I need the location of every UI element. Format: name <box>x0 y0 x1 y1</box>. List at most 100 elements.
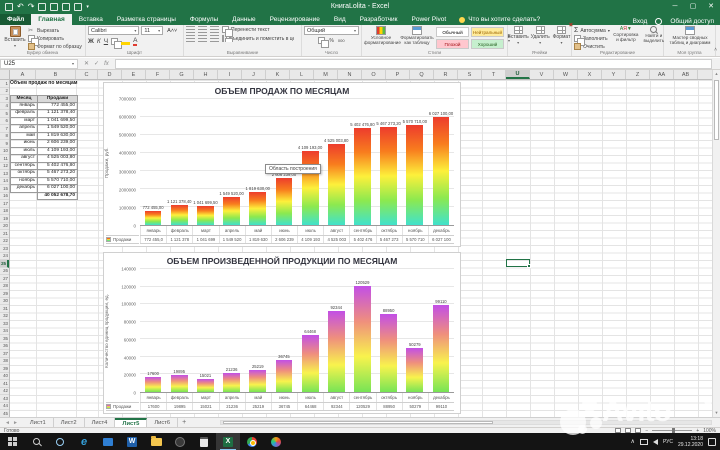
production-chart[interactable]: ОБЪЕМ ПРОИЗВЕДЕННОЙ ПРОДУКЦИИ ПО МЕСЯЦАМ… <box>103 252 461 414</box>
sheet-tab-Лист1[interactable]: Лист1 <box>23 418 54 427</box>
style-Хороший[interactable]: Хороший <box>471 39 504 49</box>
app-blue-icon[interactable]: W <box>120 433 144 450</box>
row-header-38[interactable]: 38 <box>0 358 9 365</box>
vertical-scroll-thumb[interactable] <box>714 80 719 140</box>
bar-май[interactable]: 25219 <box>249 364 267 392</box>
name-box[interactable]: U25 ▾ <box>0 58 78 69</box>
horizontal-scrollbar[interactable] <box>220 420 712 425</box>
row-header-22[interactable]: 22 <box>0 238 9 245</box>
row-header-18[interactable]: 18 <box>0 208 9 215</box>
format-as-table-button[interactable]: Форматировать как таблицу <box>400 26 434 50</box>
row-header-27[interactable]: 27 <box>0 275 9 283</box>
close-button[interactable]: ✕ <box>702 0 720 13</box>
row-header-20[interactable]: 20 <box>0 223 9 230</box>
column-header-D[interactable]: D <box>98 70 122 79</box>
sheet-grid[interactable]: Объем продаж по месяцам Месяц Продажи янв… <box>10 80 712 417</box>
column-header-T[interactable]: T <box>482 70 506 79</box>
bar-февраль[interactable]: 1 121 378,40 <box>167 199 191 225</box>
selected-cell-U25[interactable] <box>506 259 531 268</box>
align-bottom-icon[interactable] <box>210 26 219 33</box>
row-header-17[interactable]: 17 <box>0 200 9 208</box>
collapse-ribbon-icon[interactable]: ˄ <box>714 47 717 53</box>
tab-Файл[interactable]: Файл <box>0 14 32 25</box>
cortana-icon[interactable] <box>48 433 72 450</box>
bar-август[interactable]: 92344 <box>327 305 345 392</box>
start-icon[interactable] <box>0 433 24 450</box>
row-header-30[interactable]: 30 <box>0 298 9 305</box>
table-row[interactable]: ноябрь 5 570 710,00 <box>10 177 100 185</box>
row-header-19[interactable]: 19 <box>0 215 9 223</box>
tab-Разметка страницы[interactable]: Разметка страницы <box>110 14 183 25</box>
row-header-43[interactable]: 43 <box>0 395 9 403</box>
row-header-15[interactable]: 15 <box>0 185 9 193</box>
column-header-AA[interactable]: AA <box>650 70 674 79</box>
clock[interactable]: 13:18 29.12.2020 <box>678 436 703 448</box>
table-row[interactable]: декабрь 6 027 100,00 <box>10 185 100 193</box>
autosum-button[interactable]: Σ Автосумма ▾ <box>574 27 610 34</box>
fill-button[interactable]: Заполнить <box>574 35 610 46</box>
sheet-tab-Лист2[interactable]: Лист2 <box>54 418 85 427</box>
column-header-Q[interactable]: Q <box>410 70 434 79</box>
tray-expand-icon[interactable]: ∧ <box>631 438 635 445</box>
column-header-U[interactable]: U <box>506 70 530 79</box>
table-row[interactable]: февраль 1 121 378,40 <box>10 110 100 118</box>
bar-апрель[interactable]: 1 549 520,00 <box>219 191 244 225</box>
bar-январь[interactable]: 17600 <box>144 371 162 392</box>
chrome-icon[interactable] <box>240 433 264 450</box>
volume-icon[interactable] <box>652 438 658 445</box>
table-row[interactable]: октябрь 5 467 273,20 <box>10 170 100 178</box>
row-header-35[interactable]: 35 <box>0 335 9 343</box>
bar-август[interactable]: 4 525 003,80 <box>324 138 349 225</box>
row-header-9[interactable]: 9 <box>0 140 9 148</box>
bar-сентябрь[interactable]: 120529 <box>354 280 371 392</box>
bar-март[interactable]: 15021 <box>197 373 214 392</box>
bar-май[interactable]: 1 819 630,00 <box>246 186 270 225</box>
column-header-AB[interactable]: AB <box>674 70 698 79</box>
bar-декабрь[interactable]: 6 027 100,00 <box>429 111 453 225</box>
row-header-10[interactable]: 10 <box>0 148 9 155</box>
style-Обычный[interactable]: Обычный <box>436 27 469 37</box>
prev-sheet-button[interactable]: ◄ <box>5 420 10 426</box>
column-header-W[interactable]: W <box>554 70 578 79</box>
column-header-F[interactable]: F <box>146 70 170 79</box>
row-header-8[interactable]: 8 <box>0 133 9 140</box>
row-header-14[interactable]: 14 <box>0 178 9 185</box>
style-Нейтральный[interactable]: Нейтральный <box>471 27 504 37</box>
borders-icon[interactable] <box>111 38 123 49</box>
row-header-40[interactable]: 40 <box>0 373 9 380</box>
column-header-I[interactable]: I <box>218 70 242 79</box>
app-dark-icon[interactable] <box>168 433 192 450</box>
signin-link[interactable]: Вход <box>633 18 648 25</box>
file-explorer-icon[interactable] <box>144 433 168 450</box>
scroll-down-icon[interactable]: ▼ <box>713 409 720 417</box>
row-header-37[interactable]: 37 <box>0 350 9 358</box>
row-header-4[interactable]: 4 <box>0 103 9 110</box>
row-header-36[interactable]: 36 <box>0 343 9 350</box>
grow-shrink-font-buttons[interactable]: A˄˅ <box>165 26 181 35</box>
plot-area[interactable]: 17600 19895 15021 21236 25219 36745 64468 92344… <box>140 268 454 393</box>
row-header-23[interactable]: 23 <box>0 245 9 253</box>
column-header-R[interactable]: R <box>434 70 458 79</box>
align-middle-icon[interactable] <box>198 26 207 33</box>
insert-cells-button[interactable]: Вставить▾ <box>508 26 529 50</box>
bar-ноябрь[interactable]: 5 570 710,00 <box>403 119 427 225</box>
row-header-13[interactable]: 13 <box>0 170 9 178</box>
column-header-Z[interactable]: Z <box>626 70 650 79</box>
app-colorful-icon[interactable] <box>264 433 288 450</box>
row-header-24[interactable]: 24 <box>0 253 9 260</box>
tab-Power Pivot[interactable]: Power Pivot <box>405 14 454 25</box>
tab-Формулы[interactable]: Формулы <box>183 14 225 25</box>
fx-icon[interactable]: fx <box>104 61 109 67</box>
column-header-G[interactable]: G <box>170 70 194 79</box>
tell-me-box[interactable]: Что вы хотите сделать? <box>453 14 546 25</box>
table-row[interactable]: сентябрь 5 402 476,80 <box>10 162 100 170</box>
column-header-E[interactable]: E <box>122 70 146 79</box>
bar-июнь[interactable]: 2 606 239,00 <box>272 172 296 225</box>
delete-cells-button[interactable]: Удалить▾ <box>531 26 550 50</box>
column-header-V[interactable]: V <box>530 70 554 79</box>
enter-icon[interactable]: ✓ <box>94 60 99 67</box>
mail-icon[interactable] <box>96 433 120 450</box>
sort-filter-button[interactable]: АЯ▼ Сортировка и фильтр <box>612 26 640 50</box>
bar-март[interactable]: 1 041 699,50 <box>193 200 218 225</box>
format-cells-button[interactable]: Формат ▾ <box>553 26 570 50</box>
